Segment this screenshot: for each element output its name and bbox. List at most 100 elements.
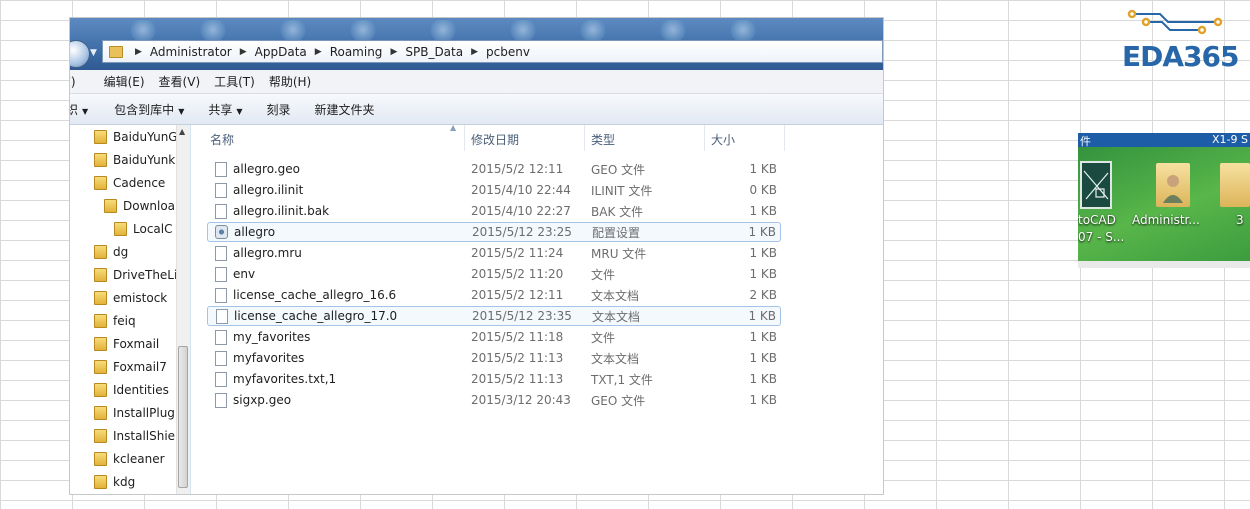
config-icon [215, 225, 228, 239]
new-folder-button[interactable]: 新建文件夹 [315, 101, 375, 118]
file-icon [215, 161, 227, 177]
menu-help[interactable]: 帮助(H) [269, 73, 325, 90]
chevron-right-icon[interactable]: ▶ [240, 47, 247, 57]
nav-folder-item[interactable]: dg [94, 242, 128, 262]
desktop-icon-label: 3 [1236, 213, 1244, 227]
breadcrumb-item[interactable]: Roaming [330, 45, 383, 59]
nav-folder-item[interactable]: BaiduYunk [94, 150, 175, 170]
chevron-right-icon[interactable]: ▶ [135, 47, 142, 57]
eda365-logo: EDA365 [1118, 9, 1242, 73]
file-date: 2015/5/2 11:20 [471, 267, 564, 281]
column-size[interactable]: 大小 [711, 131, 735, 148]
column-name[interactable]: 名称 [210, 131, 234, 148]
breadcrumb-item[interactable]: SPB_Data [405, 45, 463, 59]
folder-icon [94, 291, 107, 305]
column-divider[interactable] [584, 125, 585, 151]
autocad-icon[interactable] [1080, 161, 1112, 209]
column-type[interactable]: 类型 [591, 131, 615, 148]
nav-item-label: InstallPlug [113, 406, 175, 420]
nav-folder-item[interactable]: InstallShie [94, 426, 175, 446]
file-date: 2015/5/2 12:11 [471, 288, 564, 302]
nav-folder-item[interactable]: kcleaner [94, 449, 165, 469]
desktop-icon-label: Administr... [1132, 213, 1200, 227]
nav-item-label: kcleaner [113, 452, 165, 466]
scroll-up-icon[interactable]: ▲ [179, 127, 185, 136]
back-button[interactable] [70, 40, 90, 68]
folder-icon [94, 245, 107, 259]
file-row[interactable]: allegro.geo 2015/5/2 12:11 GEO 文件 1 KB [207, 159, 781, 179]
file-name: allegro.mru [233, 246, 302, 260]
file-row-selected[interactable]: allegro 2015/5/12 23:25 配置设置 1 KB [207, 222, 781, 242]
menu-view[interactable]: 查看(V) [159, 73, 215, 90]
nav-folder-item[interactable]: Foxmail [94, 334, 159, 354]
column-divider[interactable] [464, 125, 465, 151]
nav-folder-item[interactable]: Identities [94, 380, 169, 400]
nav-folder-item[interactable]: emistock [94, 288, 167, 308]
file-row[interactable]: allegro.mru 2015/5/2 11:24 MRU 文件 1 KB [207, 243, 781, 263]
nav-folder-item[interactable]: LocalC [114, 219, 172, 239]
file-name: sigxp.geo [233, 393, 292, 407]
file-row[interactable]: my_favorites 2015/5/2 11:18 文件 1 KB [207, 327, 781, 347]
desktop-icon-label: toCAD [1078, 213, 1116, 227]
nav-folder-item[interactable]: Cadence [94, 173, 165, 193]
file-date: 2015/3/12 20:43 [471, 393, 571, 407]
nav-folder-item[interactable]: BaiduYunG [94, 127, 178, 147]
history-dropdown-icon[interactable]: ▼ [90, 48, 97, 58]
breadcrumb-item[interactable]: pcbenv [486, 45, 530, 59]
breadcrumb-item[interactable]: Administrator [150, 45, 232, 59]
organize-button[interactable]: 织 ▼ [70, 101, 88, 118]
file-icon [216, 308, 228, 324]
chevron-right-icon[interactable]: ▶ [390, 47, 397, 57]
address-bar[interactable]: ▶ Administrator ▶ AppData ▶ Roaming ▶ SP… [102, 40, 883, 63]
menu-tools[interactable]: 工具(T) [214, 73, 269, 90]
nav-folder-item[interactable]: Downloa [104, 196, 175, 216]
file-row[interactable]: myfavorites.txt,1 2015/5/2 11:13 TXT,1 文件 1… [207, 369, 781, 389]
nav-scrollbar[interactable]: ▲ [176, 125, 190, 494]
breadcrumb-item[interactable]: AppData [255, 45, 307, 59]
nav-item-label: BaiduYunk [113, 153, 176, 167]
nav-folder-item[interactable]: Foxmail7 [94, 357, 167, 377]
column-divider[interactable] [704, 125, 705, 151]
nav-folder-item[interactable]: DriveTheLi [94, 265, 177, 285]
folder-icon[interactable] [1220, 163, 1250, 207]
file-row[interactable]: allegro.ilinit.bak 2015/4/10 22:27 BAK 文件 1… [207, 201, 781, 221]
nav-item-label: feiq [113, 314, 136, 328]
file-name: env [233, 267, 256, 281]
nav-item-label: Downloa [123, 199, 176, 213]
file-row[interactable]: sigxp.geo 2015/3/12 20:43 GEO 文件 1 KB [207, 390, 781, 410]
file-row[interactable]: license_cache_allegro_16.6 2015/5/2 12:11… [207, 285, 781, 305]
menu-file[interactable]: F) [70, 75, 90, 89]
folder-icon [94, 360, 107, 374]
nav-item-label: dg [113, 245, 129, 259]
scrollbar-thumb[interactable] [178, 346, 188, 488]
file-size: 1 KB [749, 204, 777, 218]
file-row[interactable]: allegro.ilinit 2015/4/10 22:44 ILINIT 文件 0 … [207, 180, 781, 200]
chevron-right-icon[interactable]: ▶ [471, 47, 478, 57]
command-bar: 织 ▼ 包含到库中 ▼ 共享 ▼ 刻录 新建文件夹 [70, 94, 883, 125]
nav-folder-item[interactable]: feiq [94, 311, 136, 331]
file-type: 配置设置 [592, 225, 641, 240]
column-divider[interactable] [784, 125, 785, 151]
folder-icon [94, 153, 107, 167]
user-folder-icon[interactable] [1156, 163, 1190, 207]
chevron-right-icon[interactable]: ▶ [315, 47, 322, 57]
file-type: BAK 文件 [591, 204, 644, 219]
file-row-focused[interactable]: license_cache_allegro_17.0 2015/5/12 23:3… [207, 306, 781, 326]
menu-edit[interactable]: 编辑(E) [104, 73, 159, 90]
nav-folder-item[interactable]: kdg [94, 472, 135, 492]
file-row[interactable]: myfavorites 2015/5/2 11:13 文本文档 1 KB [207, 348, 781, 368]
column-date[interactable]: 修改日期 [471, 131, 519, 148]
circuit-trace-icon [1127, 9, 1223, 35]
share-button[interactable]: 共享 ▼ [208, 101, 242, 118]
file-date: 2015/5/2 11:18 [471, 330, 564, 344]
nav-item-label: emistock [113, 291, 168, 305]
organize-label: 织 [70, 102, 79, 117]
file-type: TXT,1 文件 [591, 372, 653, 387]
file-date: 2015/4/10 22:44 [471, 183, 571, 197]
pane-divider[interactable] [190, 125, 191, 494]
file-name: myfavorites.txt,1 [233, 372, 337, 386]
file-row[interactable]: env 2015/5/2 11:20 文件 1 KB [207, 264, 781, 284]
nav-folder-item[interactable]: InstallPlug [94, 403, 175, 423]
burn-button[interactable]: 刻录 [267, 101, 291, 118]
include-library-button[interactable]: 包含到库中 ▼ [114, 101, 184, 118]
